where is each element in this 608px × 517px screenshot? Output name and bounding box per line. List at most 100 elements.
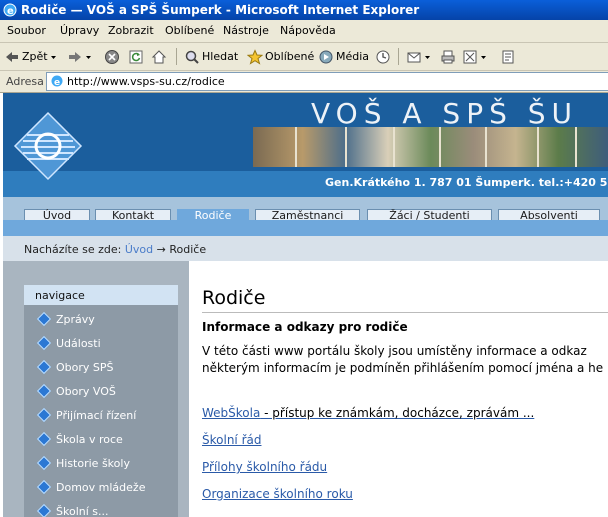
sidebar-item-obory-vos[interactable]: Obory VOŠ xyxy=(36,383,116,399)
edit-button[interactable] xyxy=(462,47,487,66)
prilohy-skolniho-radu-link[interactable]: Přílohy školního řádu xyxy=(202,460,327,474)
favorites-star-icon xyxy=(247,48,263,65)
menu-nastroje[interactable]: Nástroje xyxy=(223,24,269,37)
chevron-down-icon[interactable] xyxy=(480,49,487,65)
sidebar-item-zpravy[interactable]: Zprávy xyxy=(36,311,95,327)
discuss-button[interactable] xyxy=(500,47,516,66)
school-logo[interactable] xyxy=(13,111,83,181)
left-column: navigace Zprávy Události Obory SPŠ Obory… xyxy=(3,261,186,517)
page-viewport: VOŠ A SPŠ ŠU Gen.Krátkého 1. 787 01 Šump… xyxy=(0,93,608,517)
discuss-icon xyxy=(502,50,514,63)
refresh-icon xyxy=(129,50,143,63)
webskola-description: - přístup ke známkám, docházce, zprávám … xyxy=(260,406,535,420)
menu-bar: Soubor Úpravy Zobrazit Oblíbené Nástroje… xyxy=(0,20,608,43)
sidebar-item-udalosti[interactable]: Události xyxy=(36,335,101,351)
media-button[interactable]: Média xyxy=(318,47,369,66)
address-input[interactable]: e http://www.vsps-su.cz/rodice xyxy=(46,72,608,91)
menu-zobrazit[interactable]: Zobrazit xyxy=(108,24,154,37)
sidebar-item-label: Domov mládeže xyxy=(56,480,146,494)
window-title-bar: e Rodiče — VOŠ a SPŠ Šumperk - Microsoft… xyxy=(0,0,608,20)
sidebar-item-obory-sps[interactable]: Obory SPŠ xyxy=(36,359,114,375)
mail-button[interactable] xyxy=(406,47,431,66)
sidebar-item-label: Zprávy xyxy=(56,312,95,326)
address-url: http://www.vsps-su.cz/rodice xyxy=(67,75,225,88)
intro-line-2: některým informacím je podmíněn přihláše… xyxy=(202,361,604,375)
diamond-bullet-icon xyxy=(36,479,52,495)
history-button[interactable] xyxy=(375,47,391,66)
page-subtitle: Informace a odkazy pro rodiče xyxy=(202,320,408,334)
print-button[interactable] xyxy=(440,47,456,66)
favorites-button[interactable]: Oblíbené xyxy=(247,47,314,66)
stop-button[interactable] xyxy=(104,47,120,66)
stop-icon xyxy=(105,49,119,64)
toolbar: Zpět Hledat Oblíbené Média xyxy=(0,43,608,71)
organizace-skolniho-roku-link[interactable]: Organizace školního roku xyxy=(202,487,353,501)
sidebar-item-label: Školní s... xyxy=(56,504,109,517)
breadcrumb-bar: Nacházíte se zde: Úvod → Rodiče xyxy=(3,236,608,261)
refresh-button[interactable] xyxy=(128,47,144,66)
sidebar-item-prijimaci-rizeni[interactable]: Přijímací řízení xyxy=(36,407,137,423)
tab-underline-bar xyxy=(3,220,608,236)
sidebar-item-historie-skoly[interactable]: Historie školy xyxy=(36,455,130,471)
sidebar-item-label: Škola v roce xyxy=(56,432,123,446)
menu-upravy[interactable]: Úpravy xyxy=(60,24,99,37)
printer-icon xyxy=(441,50,455,63)
sidebar-item-label: Obory SPŠ xyxy=(56,360,114,374)
sidebar-item-label: Historie školy xyxy=(56,456,130,470)
search-label: Hledat xyxy=(202,50,239,63)
sidebar-item-label: Události xyxy=(56,336,101,350)
toolbar-separator xyxy=(176,48,177,65)
sidebar-item-domov-mladeze[interactable]: Domov mládeže xyxy=(36,479,146,495)
sidebar-item-skola-v-roce[interactable]: Škola v roce xyxy=(36,431,123,447)
search-button[interactable]: Hledat xyxy=(184,47,238,66)
banner-photo-strip xyxy=(253,127,608,167)
diamond-bullet-icon xyxy=(36,335,52,351)
page-title: Rodiče xyxy=(202,287,266,309)
diamond-bullet-icon xyxy=(36,431,52,447)
favorites-label: Oblíbené xyxy=(265,50,315,63)
mail-icon xyxy=(407,52,421,62)
media-icon xyxy=(319,50,333,63)
internet-explorer-icon: e xyxy=(3,3,17,17)
link-row-webskola: WebŠkola - přístup ke známkám, docházce,… xyxy=(202,406,534,420)
address-bar: Adresa e http://www.vsps-su.cz/rodice xyxy=(0,71,608,93)
intro-line-1: V této části www portálu školy jsou umís… xyxy=(202,344,587,358)
sidebar-item-label: Obory VOŠ xyxy=(56,384,116,398)
site-banner: VOŠ A SPŠ ŠU Gen.Krátkého 1. 787 01 Šump… xyxy=(3,93,608,197)
home-button[interactable] xyxy=(151,47,167,66)
chevron-down-icon[interactable] xyxy=(424,49,431,65)
navigation-heading: navigace xyxy=(24,285,178,305)
history-icon xyxy=(376,50,390,63)
skolni-rad-link[interactable]: Školní řád xyxy=(202,433,261,447)
breadcrumb-home-link[interactable]: Úvod xyxy=(125,243,153,256)
edit-document-icon xyxy=(463,50,477,63)
menu-napoveda[interactable]: Nápověda xyxy=(280,24,336,37)
breadcrumb: Nacházíte se zde: Úvod → Rodiče xyxy=(24,243,206,256)
banner-address: Gen.Krátkého 1. 787 01 Šumperk. tel.:+42… xyxy=(325,176,608,189)
media-label: Média xyxy=(336,50,370,63)
diamond-bullet-icon xyxy=(36,503,52,517)
banner-school-name: VOŠ A SPŠ ŠU xyxy=(311,97,579,130)
forward-button[interactable] xyxy=(67,47,92,66)
back-arrow-icon xyxy=(6,51,18,62)
svg-text:e: e xyxy=(54,78,60,88)
sidebar-item-label: Přijímací řízení xyxy=(56,408,137,422)
sidebar-item-skolni[interactable]: Školní s... xyxy=(36,503,109,517)
chevron-down-icon[interactable] xyxy=(50,49,57,65)
svg-text:e: e xyxy=(7,6,14,17)
forward-arrow-icon xyxy=(69,51,81,62)
main-content: Rodiče Informace a odkazy pro rodiče V t… xyxy=(186,261,608,517)
search-icon xyxy=(185,50,199,64)
home-icon xyxy=(151,49,167,63)
diamond-bullet-icon xyxy=(36,407,52,423)
menu-oblibene[interactable]: Oblíbené xyxy=(165,24,214,37)
webskola-link[interactable]: WebŠkola xyxy=(202,406,260,420)
window-title: Rodiče — VOŠ a SPŠ Šumperk - Microsoft I… xyxy=(21,3,420,17)
title-divider xyxy=(202,312,608,313)
menu-soubor[interactable]: Soubor xyxy=(7,24,46,37)
diamond-bullet-icon xyxy=(36,311,52,327)
chevron-down-icon[interactable] xyxy=(85,49,92,65)
back-button[interactable]: Zpět xyxy=(4,47,57,66)
back-label: Zpět xyxy=(22,50,48,63)
address-label: Adresa xyxy=(6,75,44,88)
